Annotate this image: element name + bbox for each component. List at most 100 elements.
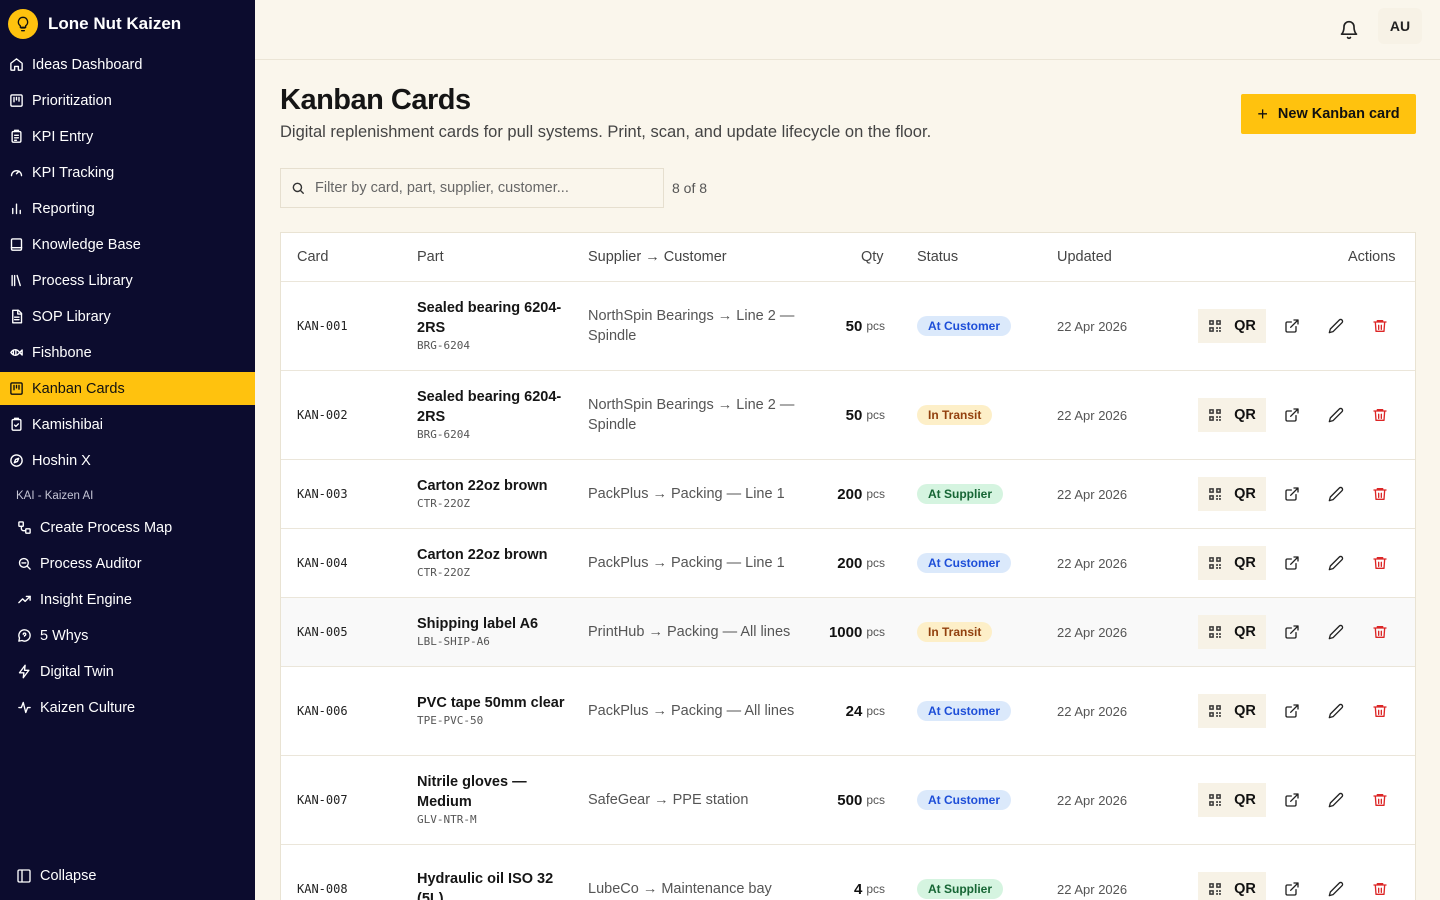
search-input[interactable] [315, 180, 645, 196]
search-zoom-icon [16, 556, 32, 572]
sidebar-item-5-whys[interactable]: 5 Whys [0, 619, 255, 652]
sidebar-item-insight-engine[interactable]: Insight Engine [0, 583, 255, 616]
table-row[interactable]: KAN-008 Hydraulic oil ISO 32 (5L) LubeCo →… [281, 845, 1415, 900]
card-id: KAN-001 [297, 319, 348, 333]
qr-button[interactable]: QR [1198, 398, 1266, 432]
table-row[interactable]: KAN-002 Sealed bearing 6204-2RS BRG-6204 No… [281, 371, 1415, 460]
new-kanban-card-button[interactable]: + New Kanban card [1241, 94, 1416, 134]
qr-code-icon [1208, 319, 1222, 333]
qr-button[interactable]: QR [1198, 546, 1266, 580]
trash-icon[interactable] [1367, 619, 1393, 645]
external-link-icon[interactable] [1279, 481, 1305, 507]
qr-button[interactable]: QR [1198, 783, 1266, 817]
sidebar-item-label: Process Library [32, 272, 133, 289]
part-cell: Carton 22oz brown CTR-22OZ [417, 529, 567, 597]
bell-icon[interactable] [1338, 18, 1360, 42]
table-row[interactable]: KAN-007 Nitrile gloves — Medium GLV-NTR-M S… [281, 756, 1415, 845]
sidebar-item-kpi-entry[interactable]: KPI Entry [0, 120, 255, 153]
table-header: Card Part Supplier → Customer Qty Status… [281, 233, 1415, 282]
lightbulb-icon [8, 9, 38, 39]
sidebar-item-kamishibai[interactable]: Kamishibai [0, 408, 255, 441]
external-link-icon[interactable] [1279, 402, 1305, 428]
sidebar-item-reporting[interactable]: Reporting [0, 192, 255, 225]
qr-button[interactable]: QR [1198, 477, 1266, 511]
external-link-icon[interactable] [1279, 787, 1305, 813]
pencil-icon[interactable] [1323, 313, 1349, 339]
pencil-icon[interactable] [1323, 402, 1349, 428]
qr-button[interactable]: QR [1198, 694, 1266, 728]
table-row[interactable]: KAN-003 Carton 22oz brown CTR-22OZ PackPlus… [281, 460, 1415, 529]
external-link-icon[interactable] [1279, 313, 1305, 339]
sidebar-item-process-auditor[interactable]: Process Auditor [0, 547, 255, 580]
sidebar-item-label: KPI Entry [32, 128, 94, 145]
trash-icon[interactable] [1367, 313, 1393, 339]
collapse-button[interactable]: Collapse [0, 859, 255, 892]
bar-chart-icon [8, 201, 24, 217]
qty-cell: 24 pcs [801, 667, 885, 755]
qr-label: QR [1234, 792, 1256, 808]
status-cell: In Transit [917, 371, 993, 459]
qr-code-icon [1208, 556, 1222, 570]
qty-unit: pcs [866, 625, 885, 639]
qty-value: 50 [845, 317, 863, 335]
external-link-icon[interactable] [1279, 550, 1305, 576]
sidebar-item-process-library[interactable]: Process Library [0, 264, 255, 297]
card-id: KAN-008 [297, 882, 348, 896]
sidebar-item-digital-twin[interactable]: Digital Twin [0, 655, 255, 688]
pencil-icon[interactable] [1323, 619, 1349, 645]
kanban-icon [8, 381, 24, 397]
sidebar-item-kanban-cards[interactable]: Kanban Cards [0, 372, 255, 405]
sidebar-item-kaizen-culture[interactable]: Kaizen Culture [0, 691, 255, 724]
sidebar-item-create-process-map[interactable]: Create Process Map [0, 511, 255, 544]
trash-icon[interactable] [1367, 550, 1393, 576]
sidebar-item-ideas-dashboard[interactable]: Ideas Dashboard [0, 48, 255, 81]
pencil-icon[interactable] [1323, 698, 1349, 724]
sidebar-item-fishbone[interactable]: Fishbone [0, 336, 255, 369]
part-name: Hydraulic oil ISO 32 (5L) [417, 871, 554, 900]
table-row[interactable]: KAN-005 Shipping label A6 LBL-SHIP-A6 Print… [281, 598, 1415, 667]
part-name: Sealed bearing 6204-2RS [417, 300, 562, 336]
sidebar-ai-nav: Create Process Map Process Auditor Insight… [0, 511, 255, 724]
external-link-icon[interactable] [1279, 698, 1305, 724]
qty-cell: 200 pcs [801, 460, 885, 528]
avatar[interactable]: AU [1378, 8, 1422, 44]
table-row[interactable]: KAN-004 Carton 22oz brown CTR-22OZ PackPlus… [281, 529, 1415, 598]
supplier-customer: PackPlus → Packing — Line 1 [588, 486, 785, 502]
qr-label: QR [1234, 486, 1256, 502]
sidebar-item-hoshin-x[interactable]: Hoshin X [0, 444, 255, 477]
updated-date: 22 Apr 2026 [1057, 555, 1128, 571]
qty-value: 1000 [828, 623, 863, 641]
status-cell: In Transit [917, 598, 993, 666]
qr-button[interactable]: QR [1198, 872, 1266, 900]
part-name: Shipping label A6 [417, 616, 539, 632]
brand[interactable]: Lone Nut Kaizen [0, 0, 255, 48]
trash-icon[interactable] [1367, 876, 1393, 900]
table-row[interactable]: KAN-006 PVC tape 50mm clear TPE-PVC-50 Pack… [281, 667, 1415, 756]
external-link-icon[interactable] [1279, 619, 1305, 645]
external-link-icon[interactable] [1279, 876, 1305, 900]
pencil-icon[interactable] [1323, 876, 1349, 900]
sidebar-main-nav: Ideas Dashboard Prioritization KPI Entry KP… [0, 48, 255, 477]
pencil-icon[interactable] [1323, 481, 1349, 507]
supplier-customer: SafeGear → PPE station [588, 792, 749, 808]
sidebar-item-knowledge-base[interactable]: Knowledge Base [0, 228, 255, 261]
sidebar-item-label: Kamishibai [32, 416, 103, 433]
trash-icon[interactable] [1367, 787, 1393, 813]
status-badge: At Supplier [917, 879, 1004, 899]
trash-icon[interactable] [1367, 698, 1393, 724]
new-kanban-card-label: New Kanban card [1277, 106, 1400, 122]
table-row[interactable]: KAN-001 Sealed bearing 6204-2RS BRG-6204 No… [281, 282, 1415, 371]
sidebar-item-sop-library[interactable]: SOP Library [0, 300, 255, 333]
sidebar-item-label: Fishbone [32, 344, 92, 361]
qr-button[interactable]: QR [1198, 309, 1266, 343]
pencil-icon[interactable] [1323, 550, 1349, 576]
trash-icon[interactable] [1367, 481, 1393, 507]
updated-date: 22 Apr 2026 [1057, 624, 1128, 640]
supplier-customer: PrintHub → Packing — All lines [588, 624, 791, 640]
sidebar-item-kpi-tracking[interactable]: KPI Tracking [0, 156, 255, 189]
qr-button[interactable]: QR [1198, 615, 1266, 649]
pencil-icon[interactable] [1323, 787, 1349, 813]
sidebar-item-prioritization[interactable]: Prioritization [0, 84, 255, 117]
supplier-customer: NorthSpin Bearings → Line 2 — Spindle [588, 308, 795, 344]
trash-icon[interactable] [1367, 402, 1393, 428]
